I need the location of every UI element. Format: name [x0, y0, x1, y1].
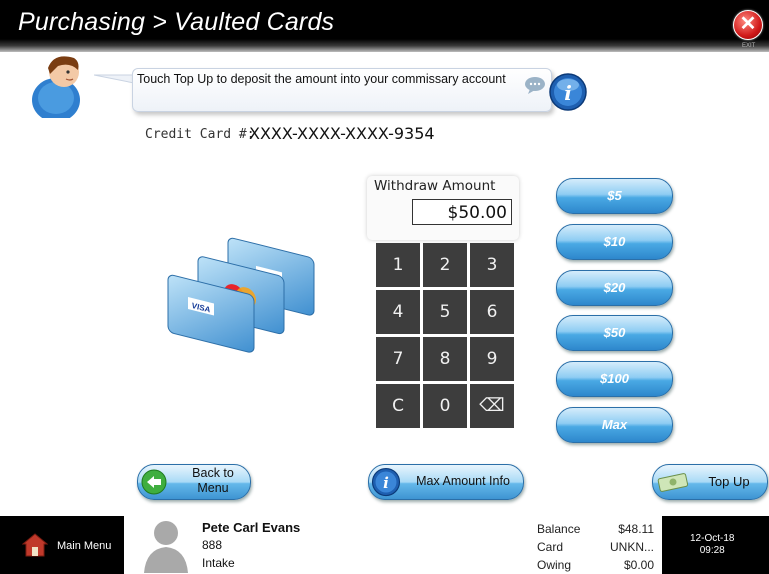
main-menu-label: Main Menu	[57, 540, 112, 552]
user-location: Intake	[202, 556, 235, 570]
keypad-key-8[interactable]: 8	[423, 337, 467, 381]
withdraw-amount-label: Withdraw Amount	[374, 178, 496, 194]
keypad-key-0[interactable]: 0	[423, 384, 467, 428]
preset-10-button[interactable]: $10	[556, 224, 673, 260]
backspace-icon: ⌫	[479, 395, 505, 416]
keypad-key-2[interactable]: 2	[423, 243, 467, 287]
keypad-key-4[interactable]: 4	[376, 290, 420, 334]
user-photo-icon	[144, 521, 188, 573]
credit-card-label: Credit Card #:	[145, 127, 255, 142]
svg-text:i: i	[383, 474, 389, 492]
keypad-key-1[interactable]: 1	[376, 243, 420, 287]
svg-text:i: i	[564, 81, 572, 105]
keypad-key-clear[interactable]: C	[376, 384, 420, 428]
exit-icon: ✕	[739, 13, 757, 35]
page-title: Purchasing > Vaulted Cards	[18, 8, 335, 36]
balance-label: Balance	[537, 522, 581, 536]
max-amount-info-label: Max Amount Info	[416, 474, 510, 488]
preset-5-button[interactable]: $5	[556, 178, 673, 214]
date-time: 12-Oct-18 09:28	[690, 533, 734, 557]
keypad-key-6[interactable]: 6	[470, 290, 514, 334]
owing-label: Owing	[537, 558, 572, 572]
money-icon	[657, 473, 689, 492]
chat-bubble-icon	[525, 77, 545, 94]
keypad-key-5[interactable]: 5	[423, 290, 467, 334]
credit-cards-icon: VISA VISA	[167, 237, 315, 353]
exit-label: EXIT	[742, 43, 756, 49]
date-label: 12-Oct-18	[690, 533, 735, 544]
keypad-key-9[interactable]: 9	[470, 337, 514, 381]
guide-avatar-icon	[32, 56, 80, 118]
keypad-key-7[interactable]: 7	[376, 337, 420, 381]
credit-card-number: XXXX-XXXX-XXXX-9354	[249, 124, 435, 143]
preset-100-button[interactable]: $100	[556, 361, 673, 397]
home-icon	[22, 533, 48, 557]
card-label: Card	[537, 540, 564, 554]
back-arrow-icon	[141, 469, 167, 495]
user-id: 888	[202, 538, 223, 552]
top-up-button[interactable]: Top Up	[652, 464, 768, 500]
top-up-label: Top Up	[708, 474, 750, 489]
card-value: UNKN...	[609, 540, 654, 554]
exit-button[interactable]: ✕	[733, 10, 763, 40]
preset-50-button[interactable]: $50	[556, 315, 673, 351]
back-to-menu-button[interactable]: Back to Menu	[137, 464, 251, 500]
bubble-tail	[94, 74, 134, 84]
max-amount-info-button[interactable]: i Max Amount Info	[368, 464, 524, 500]
keypad-backspace-button[interactable]: ⌫	[470, 384, 514, 428]
help-text: Touch Top Up to deposit the amount into …	[137, 72, 506, 86]
preset-max-button[interactable]: Max	[556, 407, 673, 443]
owing-value: $0.00	[623, 558, 654, 572]
back-to-menu-label: Back to Menu	[178, 466, 248, 496]
back-label-line1: Back to	[192, 466, 234, 480]
preset-20-button[interactable]: $20	[556, 270, 673, 306]
time-label: 09:28	[699, 545, 725, 556]
info-icon: i	[371, 467, 401, 497]
info-button[interactable]: i	[548, 72, 588, 112]
keypad-key-3[interactable]: 3	[470, 243, 514, 287]
back-label-line2: Menu	[197, 481, 229, 495]
amount-input[interactable]: $50.00	[412, 199, 512, 225]
balance-value: $48.11	[618, 522, 654, 536]
user-name: Pete Carl Evans	[202, 520, 301, 535]
